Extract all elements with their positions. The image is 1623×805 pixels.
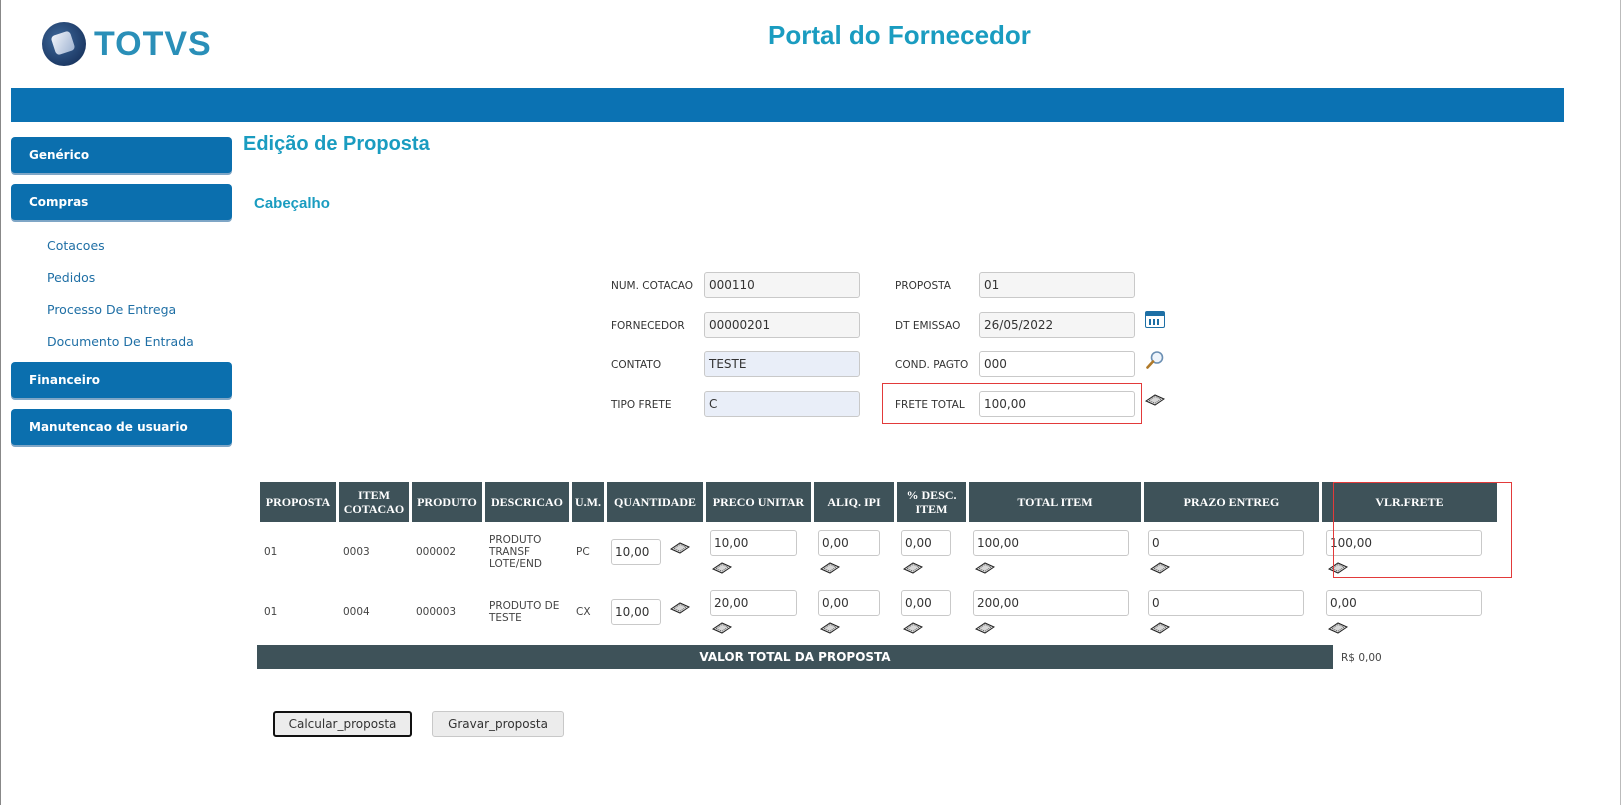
cond-pagto-field[interactable]: 000 [979, 351, 1135, 377]
gravar-proposta-button[interactable]: Gravar_proposta [432, 711, 564, 737]
calculator-icon[interactable] [712, 562, 732, 574]
search-icon[interactable] [1145, 350, 1165, 370]
fornecedor-field[interactable]: 00000201 [704, 312, 860, 338]
calculator-icon[interactable] [1145, 394, 1165, 406]
section-title: Cabeçalho [254, 195, 330, 212]
table-header-row: PROPOSTA ITEM COTACAO PRODUTO DESCRICAO … [260, 482, 1497, 522]
calculator-icon[interactable] [903, 622, 923, 634]
sidebar-section-manutencao-usuario[interactable]: Manutencao de usuario [11, 409, 232, 445]
col-header-item-cotacao: ITEM COTACAO [339, 482, 409, 522]
tipo-frete-label: TIPO FRETE [611, 399, 672, 411]
col-header-quantidade: QUANTIDADE [607, 482, 703, 522]
vlr-frete-highlight [1333, 482, 1512, 578]
aliq-ipi-input[interactable]: 0,00 [818, 590, 880, 616]
cond-pagto-label: COND. PAGTO [895, 359, 969, 371]
calculator-icon[interactable] [975, 622, 995, 634]
tipo-frete-field[interactable]: C [704, 391, 860, 417]
total-proposta-value: R$ 0,00 [1341, 652, 1382, 664]
portal-title: Portal do Fornecedor [768, 20, 1031, 50]
cell-um: CX [576, 606, 591, 618]
col-header-um: U.M. [572, 482, 604, 522]
frete-total-field[interactable]: 100,00 [979, 391, 1135, 417]
table-row: 01 0004 000003 PRODUTO DE TESTE CX 10,00… [260, 582, 1497, 642]
sidebar-item-pedidos[interactable]: Pedidos [47, 270, 95, 285]
cell-item: 0003 [343, 546, 370, 558]
col-header-prazo-entreg: PRAZO ENTREG [1144, 482, 1319, 522]
items-table: PROPOSTA ITEM COTACAO PRODUTO DESCRICAO … [257, 482, 1500, 642]
sidebar-section-generico[interactable]: Genérico [11, 137, 232, 173]
cell-um: PC [576, 546, 590, 558]
page-title: Edição de Proposta [243, 133, 430, 155]
calculator-icon[interactable] [1150, 622, 1170, 634]
sidebar-item-documento-de-entrada[interactable]: Documento De Entrada [47, 334, 194, 349]
dt-emissao-field[interactable]: 26/05/2022 [979, 312, 1135, 338]
total-item-input[interactable]: 200,00 [973, 590, 1129, 616]
total-item-input[interactable]: 100,00 [973, 530, 1129, 556]
desc-item-input[interactable]: 0,00 [901, 530, 951, 556]
cell-item: 0004 [343, 606, 370, 618]
preco-unitar-input[interactable]: 10,00 [710, 530, 797, 556]
calculator-icon[interactable] [820, 562, 840, 574]
table-row: 01 0003 000002 PRODUTO TRANSF LOTE/END P… [260, 522, 1497, 582]
num-cotacao-field[interactable]: 000110 [704, 272, 860, 298]
sidebar-item-processo-de-entrega[interactable]: Processo De Entrega [47, 302, 176, 317]
proposta-label: PROPOSTA [895, 280, 951, 292]
sidebar-section-compras[interactable]: Compras [11, 184, 232, 220]
col-header-produto: PRODUTO [412, 482, 482, 522]
totvs-logo: TOTVS [42, 22, 212, 66]
cell-descricao: PRODUTO DE TESTE [489, 600, 560, 624]
fornecedor-label: FORNECEDOR [611, 320, 685, 332]
col-header-aliq-ipi: ALIQ. IPI [814, 482, 894, 522]
frete-total-label: FRETE TOTAL [895, 399, 965, 411]
preco-unitar-input[interactable]: 20,00 [710, 590, 797, 616]
vlr-frete-input[interactable]: 0,00 [1326, 590, 1482, 616]
cell-produto: 000003 [416, 606, 457, 618]
proposta-field[interactable]: 01 [979, 272, 1135, 298]
prazo-entreg-input[interactable]: 0 [1148, 530, 1304, 556]
right-border [1620, 0, 1621, 805]
quantidade-input[interactable]: 10,00 [611, 599, 661, 625]
cell-produto: 000002 [416, 546, 457, 558]
calculator-icon[interactable] [670, 602, 690, 614]
col-header-preco-unitar: PRECO UNITAR [706, 482, 811, 522]
cell-descricao: PRODUTO TRANSF LOTE/END [489, 534, 542, 570]
quantidade-input[interactable]: 10,00 [611, 539, 661, 565]
cell-proposta: 01 [264, 546, 278, 558]
num-cotacao-label: NUM. COTACAO [611, 280, 694, 292]
calculator-icon[interactable] [1150, 562, 1170, 574]
sidebar-section-financeiro[interactable]: Financeiro [11, 362, 232, 398]
logo-text: TOTVS [94, 24, 212, 63]
col-header-proposta: PROPOSTA [260, 482, 336, 522]
prazo-entreg-input[interactable]: 0 [1148, 590, 1304, 616]
contato-field[interactable]: TESTE [704, 351, 860, 377]
total-proposta-bar: VALOR TOTAL DA PROPOSTA [257, 645, 1333, 669]
aliq-ipi-input[interactable]: 0,00 [818, 530, 880, 556]
logo-mark-icon [42, 22, 86, 66]
calendar-icon[interactable] [1145, 311, 1165, 328]
calculator-icon[interactable] [903, 562, 923, 574]
calculator-icon[interactable] [1328, 622, 1348, 634]
cell-proposta: 01 [264, 606, 278, 618]
left-border [0, 0, 1, 805]
sidebar-item-cotacoes[interactable]: Cotacoes [47, 238, 105, 253]
calcular-proposta-button[interactable]: Calcular_proposta [273, 711, 412, 737]
col-header-descricao: DESCRICAO [485, 482, 569, 522]
col-header-desc-item: % DESC. ITEM [897, 482, 966, 522]
calculator-icon[interactable] [975, 562, 995, 574]
dt-emissao-label: DT EMISSAO [895, 320, 961, 332]
desc-item-input[interactable]: 0,00 [901, 590, 951, 616]
calculator-icon[interactable] [712, 622, 732, 634]
contato-label: CONTATO [611, 359, 662, 371]
top-nav-bar [11, 88, 1564, 122]
calculator-icon[interactable] [820, 622, 840, 634]
calculator-icon[interactable] [670, 542, 690, 554]
col-header-total-item: TOTAL ITEM [969, 482, 1141, 522]
